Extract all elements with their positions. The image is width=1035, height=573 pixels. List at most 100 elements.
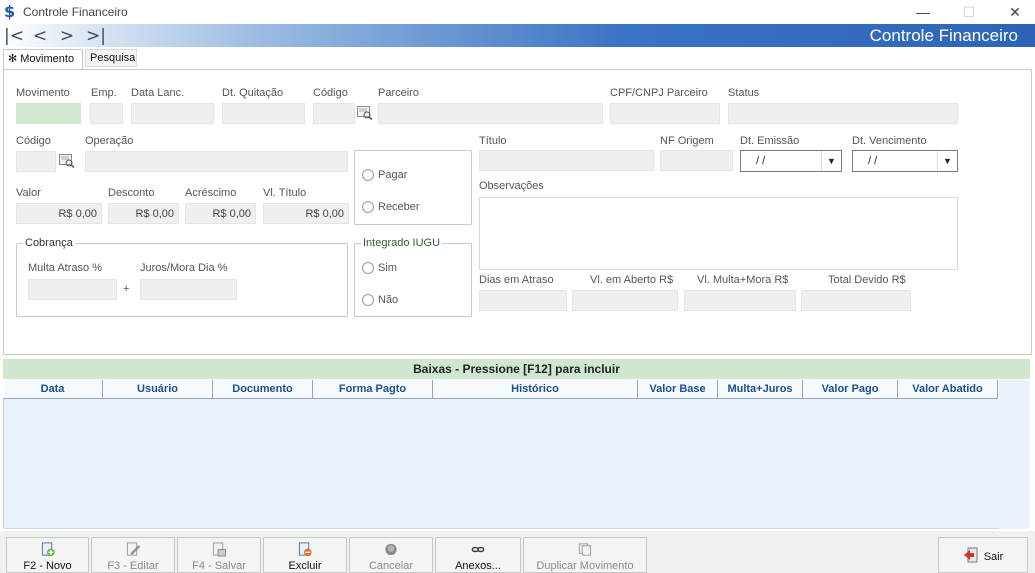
baixas-grid-body[interactable] xyxy=(3,399,1030,529)
col-forma-pagto[interactable]: Forma Pagto xyxy=(313,380,433,399)
acrescimo-label: Acréscimo xyxy=(185,187,237,199)
tipo-group xyxy=(354,150,472,225)
previous-record-icon[interactable]: < xyxy=(28,25,52,46)
observacoes-textarea[interactable] xyxy=(479,197,958,270)
col-historico[interactable]: Histórico xyxy=(433,380,638,399)
anexos-label: Anexos... xyxy=(455,560,501,572)
col-usuario[interactable]: Usuário xyxy=(103,380,213,399)
multa-atraso-label: Multa Atraso % xyxy=(28,262,102,274)
next-record-icon[interactable]: > xyxy=(55,25,79,46)
status-label: Status xyxy=(728,87,760,99)
nf-origem-label: NF Origem xyxy=(660,135,714,147)
radio-pagar-label: Pagar xyxy=(378,169,408,181)
new-document-icon xyxy=(41,542,55,557)
radio-pagar[interactable]: Pagar xyxy=(362,169,407,181)
desconto-label: Desconto xyxy=(108,187,155,199)
lookup-operacao-icon[interactable] xyxy=(57,152,77,170)
salvar-button[interactable]: F4 - Salvar xyxy=(177,537,261,573)
header-title: Controle Financeiro xyxy=(869,26,1018,45)
col-valor-abatido[interactable]: Valor Abatido xyxy=(898,380,998,399)
desconto-field[interactable]: R$ 0,00 xyxy=(108,203,179,224)
radio-receber[interactable]: Receber xyxy=(362,201,420,213)
duplicar-movimento-button[interactable]: Duplicar Movimento xyxy=(523,537,647,573)
dt-vencimento-value: / / xyxy=(868,155,878,167)
operacao-field[interactable] xyxy=(85,151,348,172)
nf-origem-field[interactable] xyxy=(660,150,733,171)
parceiro-label: Parceiro xyxy=(378,87,419,99)
dt-emissao-picker[interactable]: / / ▼ xyxy=(740,150,842,172)
excluir-label: Excluir xyxy=(288,560,322,572)
anexos-button[interactable]: Anexos... xyxy=(435,537,521,573)
valor-field[interactable]: R$ 0,00 xyxy=(16,203,102,224)
baixas-column-headers: Data Usuário Documento Forma Pagto Histó… xyxy=(3,380,998,399)
dt-quitacao-label: Dt. Quitação xyxy=(222,87,284,99)
col-multa-juros[interactable]: Multa+Juros xyxy=(718,380,803,399)
duplicate-icon xyxy=(578,543,592,556)
status-field[interactable] xyxy=(728,103,958,124)
cancelar-button[interactable]: Cancelar xyxy=(349,537,433,573)
codigo-operacao-field[interactable] xyxy=(16,151,56,172)
radio-sim[interactable]: Sim xyxy=(362,262,397,274)
dt-vencimento-picker[interactable]: / / ▼ xyxy=(852,150,958,172)
baixas-grid-scroll-area xyxy=(999,380,1030,529)
iugu-title: Integrado IUGU xyxy=(361,237,443,249)
salvar-label: F4 - Salvar xyxy=(192,560,246,572)
tab-pesquisa[interactable]: Pesquisa xyxy=(85,49,137,67)
tab-movimento[interactable]: ✻ Movimento xyxy=(3,49,83,69)
close-button[interactable]: ✕ xyxy=(992,0,1035,24)
movimento-label: Movimento xyxy=(16,87,70,99)
delete-document-icon xyxy=(298,542,312,557)
vl-titulo-field[interactable]: R$ 0,00 xyxy=(263,203,349,224)
dias-atraso-label: Dias em Atraso xyxy=(479,274,554,286)
radio-receber-circle[interactable] xyxy=(362,201,374,213)
maximize-button[interactable]: ☐ xyxy=(946,0,992,24)
col-data[interactable]: Data xyxy=(3,380,103,399)
col-valor-pago[interactable]: Valor Pago xyxy=(803,380,898,399)
chevron-down-icon[interactable]: ▼ xyxy=(821,151,841,171)
parceiro-field[interactable] xyxy=(378,103,603,124)
vl-multa-mora-label: Vl. Multa+Mora R$ xyxy=(697,274,789,286)
juros-mora-field[interactable] xyxy=(140,279,237,300)
sair-button[interactable]: Sair xyxy=(938,537,1028,573)
dias-atraso-field[interactable] xyxy=(479,290,567,311)
total-devido-field[interactable] xyxy=(801,290,911,311)
radio-sim-circle[interactable] xyxy=(362,262,374,274)
novo-button[interactable]: F2 - Novo xyxy=(6,537,89,573)
sair-label: Sair xyxy=(983,550,1004,563)
dollar-icon: $ xyxy=(4,2,16,21)
plus-sign: + xyxy=(123,283,130,295)
emp-field[interactable] xyxy=(90,103,123,124)
save-document-icon xyxy=(212,542,227,557)
radio-receber-label: Receber xyxy=(378,201,420,213)
duplicar-label: Duplicar Movimento xyxy=(536,560,634,572)
vl-titulo-label: Vl. Título xyxy=(263,187,307,199)
exit-icon xyxy=(963,547,978,563)
codigo-operacao-label: Código xyxy=(16,135,51,147)
data-lanc-field[interactable] xyxy=(131,103,214,124)
excluir-button[interactable]: Excluir xyxy=(263,537,347,573)
first-record-icon[interactable]: |< xyxy=(2,25,26,46)
codigo-parceiro-field[interactable] xyxy=(313,103,355,124)
col-valor-base[interactable]: Valor Base xyxy=(638,380,718,399)
vl-aberto-field[interactable] xyxy=(572,290,678,311)
radio-nao-circle[interactable] xyxy=(362,294,374,306)
multa-atraso-field[interactable] xyxy=(28,279,117,300)
cancel-icon xyxy=(385,543,397,556)
movimento-field[interactable] xyxy=(16,103,81,124)
vl-multa-mora-field[interactable] xyxy=(684,290,796,311)
window-titlebar: $ Controle Financeiro — ☐ ✕ xyxy=(0,0,1035,24)
lookup-parceiro-icon[interactable] xyxy=(355,104,375,122)
dt-quitacao-field[interactable] xyxy=(222,103,305,124)
radio-nao-label: Não xyxy=(378,294,399,306)
minimize-button[interactable]: — xyxy=(900,0,946,24)
col-documento[interactable]: Documento xyxy=(213,380,313,399)
chevron-down-icon[interactable]: ▼ xyxy=(937,151,957,171)
editar-button[interactable]: F3 - Editar xyxy=(91,537,175,573)
last-record-icon[interactable]: >| xyxy=(84,25,108,46)
acrescimo-field[interactable]: R$ 0,00 xyxy=(185,203,256,224)
observacoes-label: Observações xyxy=(479,180,544,192)
radio-pagar-circle[interactable] xyxy=(362,169,374,181)
cpf-cnpj-field[interactable] xyxy=(610,103,720,124)
radio-nao[interactable]: Não xyxy=(362,294,398,306)
titulo-field[interactable] xyxy=(479,150,654,171)
